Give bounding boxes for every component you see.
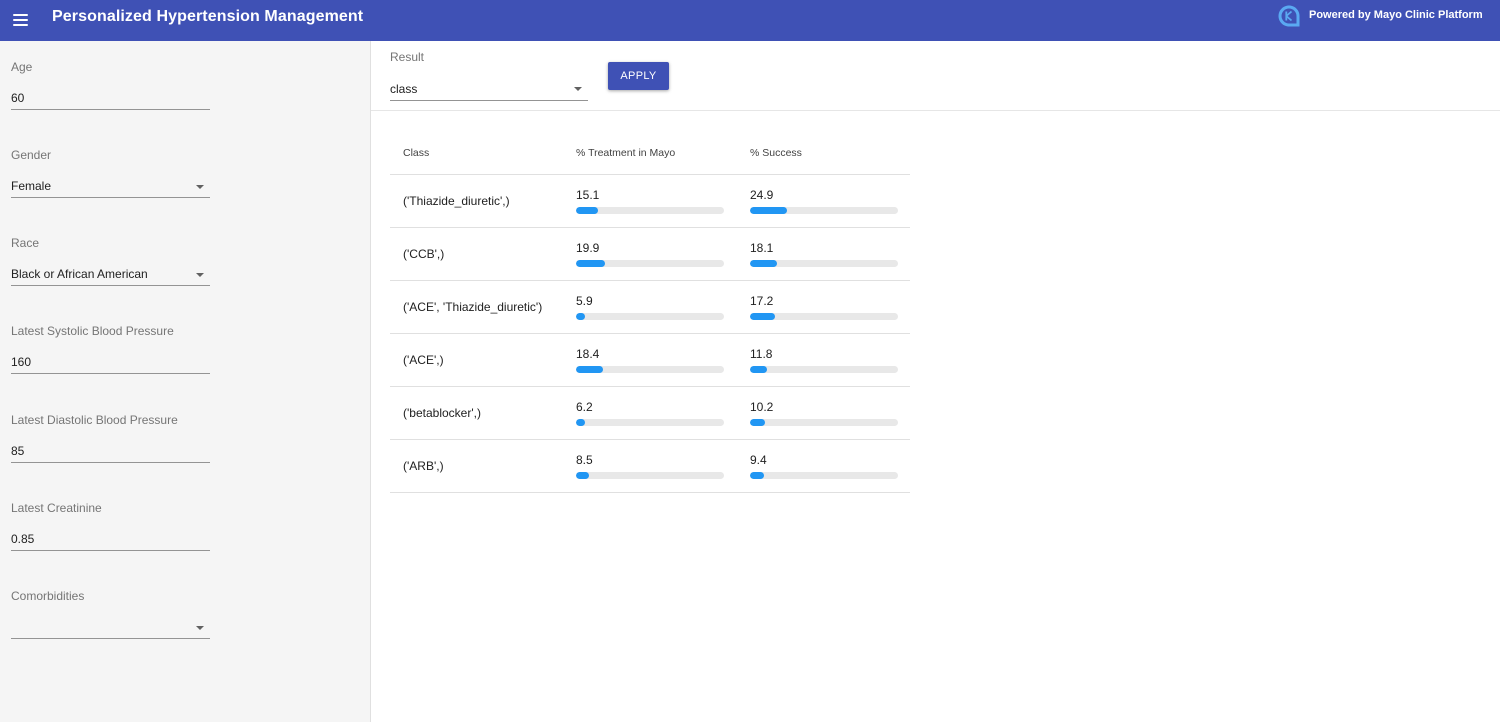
success-progress-track [750,419,898,426]
table-row: ('betablocker',) 6.2 10.2 [390,387,910,440]
treatment-value: 6.2 [576,400,593,414]
diastolic-bp-field[interactable]: Latest Diastolic Blood Pressure 85 [11,413,210,463]
success-progress-track [750,472,898,479]
treatment-progress-track [576,419,724,426]
success-progress-bar [750,419,766,426]
gender-label: Gender [11,148,52,162]
creatinine-input[interactable]: 0.85 [11,532,34,546]
diastolic-bp-label: Latest Diastolic Blood Pressure [11,413,178,427]
systolic-bp-input[interactable]: 160 [11,355,31,369]
treatment-progress-track [576,472,724,479]
class-cell: ('ARB',) [403,459,444,473]
race-label: Race [11,236,40,250]
column-header-success[interactable]: % Success [750,147,802,159]
chevron-down-icon[interactable] [574,87,582,91]
treatment-progress-track [576,366,724,373]
success-progress-bar [750,472,764,479]
age-input[interactable]: 60 [11,91,24,105]
field-underline [11,285,210,286]
systolic-bp-field[interactable]: Latest Systolic Blood Pressure 160 [11,324,210,374]
age-field[interactable]: Age 60 [11,60,210,110]
treatment-progress-bar [576,260,606,267]
field-underline [11,373,210,374]
class-cell: ('betablocker',) [403,406,481,420]
treatment-progress-bar [576,472,589,479]
success-progress-track [750,260,898,267]
table-row: ('Thiazide_diuretic',) 15.1 24.9 [390,175,910,228]
treatment-value: 5.9 [576,294,593,308]
table-header: Class % Treatment in Mayo % Success [390,131,910,175]
race-value[interactable]: Black or African American [11,267,148,281]
field-underline [11,638,210,639]
results-table: Class % Treatment in Mayo % Success ('Th… [390,131,910,493]
creatinine-label: Latest Creatinine [11,501,102,515]
treatment-progress-bar [576,313,585,320]
apply-button[interactable]: APPLY [608,62,669,90]
treatment-progress-track [576,207,724,214]
success-value: 10.2 [750,400,774,414]
treatment-progress-bar [576,419,586,426]
field-underline [11,550,210,551]
success-value: 24.9 [750,188,774,202]
patient-input-sidebar: Age 60 Gender Female Race Black or Afric… [0,41,371,722]
gender-value[interactable]: Female [11,179,51,193]
result-toolbar: Result class APPLY [371,41,1500,111]
success-progress-track [750,366,898,373]
treatment-progress-track [576,313,724,320]
success-progress-track [750,207,898,214]
result-label: Result [390,50,425,64]
success-value: 11.8 [750,347,773,361]
race-select[interactable]: Race Black or African American [11,236,210,286]
table-row: ('CCB',) 19.9 18.1 [390,228,910,281]
success-value: 17.2 [750,294,774,308]
chevron-down-icon[interactable] [196,273,204,277]
results-panel: Result class APPLY Class % Treatment in … [371,41,1500,722]
brand-text: Powered by Mayo Clinic Platform [1309,9,1483,21]
treatment-value: 15.1 [576,188,600,202]
column-header-class[interactable]: Class [403,147,429,159]
menu-icon[interactable] [12,11,30,29]
table-body: ('Thiazide_diuretic',) 15.1 24.9 ('CCB',) 19… [390,175,910,493]
diastolic-bp-input[interactable]: 85 [11,444,24,458]
success-value: 18.1 [750,241,774,255]
treatment-progress-bar [576,207,599,214]
result-value[interactable]: class [390,82,417,96]
success-progress-bar [750,366,768,373]
app-title: Personalized Hypertension Management [52,8,364,25]
treatment-value: 8.5 [576,453,593,467]
success-progress-track [750,313,898,320]
treatment-progress-bar [576,366,604,373]
column-header-treatment[interactable]: % Treatment in Mayo [576,147,675,159]
table-row: ('ACE', 'Thiazide_diuretic') 5.9 17.2 [390,281,910,334]
class-cell: ('Thiazide_diuretic',) [403,194,510,208]
field-underline [11,462,210,463]
app-bar: Personalized Hypertension Management Pow… [0,0,1500,41]
success-value: 9.4 [750,453,767,467]
table-row: ('ARB',) 8.5 9.4 [390,440,910,493]
success-progress-bar [750,313,776,320]
comorbidities-label: Comorbidities [11,589,85,603]
creatinine-field[interactable]: Latest Creatinine 0.85 [11,501,210,551]
success-progress-bar [750,260,777,267]
field-underline [11,197,210,198]
gender-select[interactable]: Gender Female [11,148,210,198]
field-underline [390,100,588,101]
result-select[interactable]: Result class [390,50,588,102]
success-progress-bar [750,207,787,214]
class-cell: ('ACE', 'Thiazide_diuretic') [403,300,543,314]
mayo-platform-logo-icon [1278,5,1300,27]
table-row: ('ACE',) 18.4 11.8 [390,334,910,387]
chevron-down-icon[interactable] [196,185,204,189]
field-underline [11,109,210,110]
treatment-value: 18.4 [576,347,600,361]
comorbidities-select[interactable]: Comorbidities [11,589,210,639]
chevron-down-icon[interactable] [196,626,204,630]
treatment-progress-track [576,260,724,267]
age-label: Age [11,60,33,74]
class-cell: ('ACE',) [403,353,444,367]
class-cell: ('CCB',) [403,247,445,261]
systolic-bp-label: Latest Systolic Blood Pressure [11,324,174,338]
treatment-value: 19.9 [576,241,600,255]
